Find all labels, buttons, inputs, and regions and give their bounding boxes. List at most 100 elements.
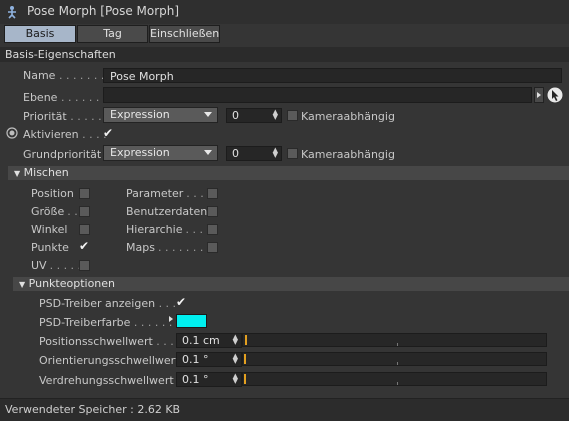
- kameraabhaengig-label: Kameraabhängig: [301, 110, 395, 123]
- mischen-punkte-text: Punkte: [31, 241, 69, 254]
- ebene-label-text: Ebene: [23, 91, 58, 104]
- punkteoptionen-header[interactable]: ▼ Punkteoptionen: [13, 277, 569, 291]
- slider-tick: [397, 343, 398, 346]
- spinner-arrows-icon[interactable]: ▲ ▼: [233, 353, 238, 365]
- prioritaet-dropdown[interactable]: Expression: [103, 107, 218, 123]
- tab-einschliessen[interactable]: Einschließen: [149, 25, 220, 43]
- mischen-uv-checkbox[interactable]: [79, 260, 90, 271]
- positionsschwellwert-value: 0.1 cm: [182, 334, 220, 347]
- ebene-dots: . . . . . . .: [60, 91, 107, 104]
- grund-kameraabhaengig-label: Kameraabhängig: [301, 148, 395, 161]
- mischen-maps-checkbox[interactable]: [207, 242, 218, 253]
- psd-anzeigen-label: PSD-Treiber anzeigen . . .: [39, 297, 176, 310]
- mischen-parameter-text: Parameter: [126, 187, 184, 200]
- prioritaet-dropdown-value: Expression: [110, 108, 170, 121]
- mischen-punkte-checkbox[interactable]: ✔: [79, 240, 89, 252]
- verdrehungsschwellwert-label: Verdrehungsschwellwert: [39, 374, 174, 387]
- mischen-winkel-text: Winkel: [31, 223, 68, 236]
- slider-tick: [397, 362, 398, 365]
- ebene-field[interactable]: [103, 87, 532, 103]
- memory-label: Verwendeter Speicher :: [5, 403, 134, 416]
- slider-handle[interactable]: [245, 335, 247, 345]
- mischen-title: Mischen: [23, 166, 69, 179]
- name-label: Name . . . . . . .: [23, 69, 104, 82]
- mischen-maps-dots: . . . . . . . .: [157, 241, 211, 254]
- mischen-uv-label: UV. . . . .: [31, 259, 81, 272]
- mischen-hierarchie-label: Hierarchie. . .: [126, 223, 203, 236]
- aktivieren-checkbox[interactable]: ✔: [103, 127, 113, 139]
- triangle-down-icon: ▼: [14, 169, 21, 178]
- positionsschwellwert-input[interactable]: 0.1 cm ▲ ▼: [176, 333, 242, 348]
- psd-farbe-text: PSD-Treiberfarbe: [39, 316, 131, 329]
- orientierungsschwellwert-slider[interactable]: [242, 352, 547, 366]
- psd-anzeigen-dots: . . .: [158, 297, 177, 310]
- spinner-arrows-icon[interactable]: ▲ ▼: [273, 109, 278, 121]
- mischen-uv-dots: . . . . .: [49, 259, 82, 272]
- mischen-winkel-label: Winkel: [31, 223, 67, 236]
- prioritaet-number[interactable]: 0 ▲ ▼: [226, 108, 282, 123]
- name-field[interactable]: Pose Morph: [103, 68, 562, 83]
- mischen-header[interactable]: ▼ Mischen: [8, 166, 569, 180]
- tab-basis[interactable]: Basis: [4, 25, 76, 43]
- name-dots: . . . . . . .: [58, 69, 105, 82]
- grundprioritaet-number[interactable]: 0 ▲ ▼: [226, 146, 282, 161]
- psd-anzeigen-checkbox[interactable]: ✔: [176, 296, 186, 308]
- mischen-hierarchie-checkbox[interactable]: [207, 224, 218, 235]
- pick-cursor-icon[interactable]: [546, 86, 564, 104]
- spinner-arrows-icon[interactable]: ▲ ▼: [233, 373, 238, 385]
- positionsschwellwert-label: Positionsschwellwert . . . .: [39, 335, 181, 348]
- grund-kameraabhaengig-checkbox[interactable]: [287, 148, 298, 159]
- slider-handle[interactable]: [244, 354, 246, 364]
- pose-morph-icon: [8, 6, 16, 19]
- mischen-maps-label: Maps. . . . . . . .: [126, 241, 210, 254]
- punkteoptionen-title: Punkteoptionen: [28, 277, 116, 290]
- grundprioritaet-number-value: 0: [232, 147, 239, 160]
- psd-farbe-label: PSD-Treiberfarbe . . . . . .: [39, 316, 172, 329]
- verdrehungsschwellwert-slider[interactable]: [242, 372, 547, 386]
- mischen-position-text: Position: [31, 187, 74, 200]
- positionsschwellwert-slider[interactable]: [242, 333, 547, 347]
- grundprioritaet-label: Grundpriorität: [23, 148, 102, 161]
- aktivieren-label-text: Aktivieren: [23, 128, 79, 141]
- mischen-position-checkbox[interactable]: [79, 188, 90, 199]
- slider-tick: [397, 382, 398, 385]
- prioritaet-label-text: Priorität: [23, 110, 67, 123]
- positionsschwellwert-text: Positionsschwellwert: [39, 335, 153, 348]
- prioritaet-label: Priorität . . . . .: [23, 110, 102, 123]
- section-header-basis: Basis-Eigenschaften: [0, 47, 569, 62]
- slider-handle[interactable]: [244, 374, 246, 384]
- mischen-hierarchie-dots: . . .: [185, 223, 203, 236]
- psd-color-swatch[interactable]: [176, 314, 207, 328]
- verdrehungsschwellwert-input[interactable]: 0.1 ° ▲ ▼: [176, 372, 242, 387]
- grundprioritaet-dropdown[interactable]: Expression: [103, 145, 218, 161]
- mischen-benutzerdaten-text: Benutzerdaten: [126, 205, 208, 218]
- orientierungsschwellwert-input[interactable]: 0.1 ° ▲ ▼: [176, 352, 242, 367]
- mischen-benutzerdaten-checkbox[interactable]: [207, 206, 218, 217]
- kameraabhaengig-checkbox[interactable]: [287, 110, 298, 121]
- name-label-text: Name: [23, 69, 56, 82]
- mischen-parameter-checkbox[interactable]: [207, 188, 218, 199]
- psd-anzeigen-text: PSD-Treiber anzeigen: [39, 297, 156, 310]
- section-title-basis: Basis-Eigenschaften: [5, 48, 116, 61]
- mischen-groesse-label: Größe. .: [31, 205, 78, 218]
- spinner-arrows-icon[interactable]: ▲ ▼: [273, 147, 278, 159]
- mischen-groesse-checkbox[interactable]: [79, 206, 90, 217]
- caret-right-icon[interactable]: [168, 315, 174, 323]
- mischen-winkel-checkbox[interactable]: [79, 224, 90, 235]
- mischen-groesse-dots: . .: [67, 205, 78, 218]
- mischen-hierarchie-text: Hierarchie: [126, 223, 183, 236]
- orientierungsschwellwert-label: Orientierungsschwellwert: [39, 354, 180, 367]
- mischen-position-label: Position: [31, 187, 74, 200]
- mischen-uv-text: UV: [31, 259, 47, 272]
- orientierungsschwellwert-value: 0.1 °: [182, 353, 209, 366]
- ebene-arrow-button[interactable]: [534, 87, 544, 103]
- animation-keyframe-icon[interactable]: [6, 127, 18, 139]
- memory-value: 2.62 KB: [137, 403, 181, 416]
- mischen-groesse-text: Größe: [31, 205, 65, 218]
- mischen-benutzerdaten-label: Benutzerdaten: [126, 205, 207, 218]
- mischen-parameter-label: Parameter. . . .: [126, 187, 211, 200]
- memory-status: Verwendeter Speicher : 2.62 KB: [5, 403, 180, 416]
- tab-tag[interactable]: Tag: [77, 25, 148, 43]
- psd-farbe-dots: . . . . . .: [133, 316, 173, 329]
- spinner-arrows-icon[interactable]: ▲ ▼: [233, 334, 238, 346]
